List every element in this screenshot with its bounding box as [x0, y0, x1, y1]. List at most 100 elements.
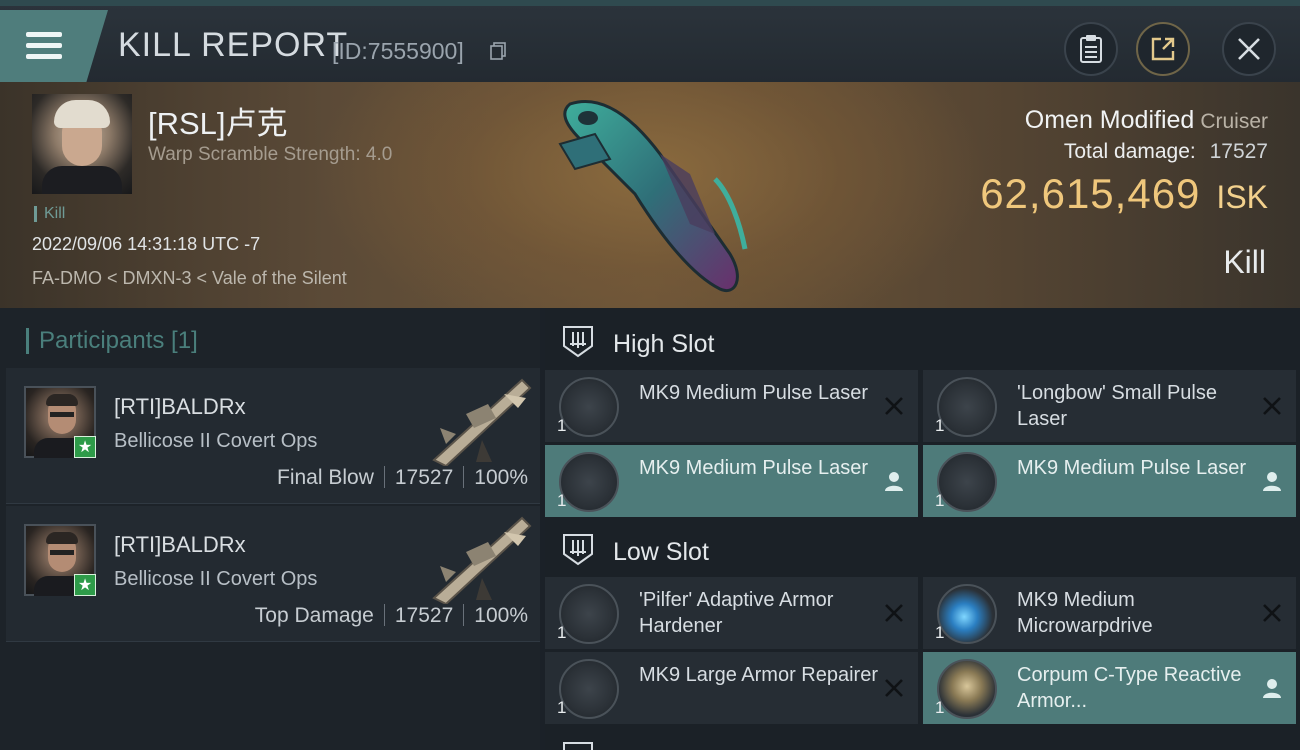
kill-result: Kill — [1223, 244, 1266, 280]
destroyed-icon — [885, 604, 903, 622]
victim-ship-class: Cruiser — [1200, 110, 1268, 133]
participant-ship: Bellicose II Covert Ops — [114, 430, 318, 452]
menu-icon-bar — [26, 54, 62, 59]
participant-role: Top Damage — [254, 604, 374, 627]
avatar-hair — [46, 532, 78, 544]
participant-name[interactable]: [RTI]BALDRx — [114, 532, 246, 558]
avatar-suit — [42, 166, 122, 194]
avatar-hair — [54, 100, 110, 128]
kill-location[interactable]: FA-DMO < DMXN-3 < Vale of the Silent — [32, 268, 347, 289]
microwarpdrive-icon — [937, 584, 997, 644]
warp-scramble-strength: Warp Scramble Strength: 4.0 — [148, 144, 393, 165]
pulse-laser-icon — [937, 452, 997, 512]
stat-divider — [463, 466, 465, 488]
isk-unit: ISK — [1216, 179, 1268, 215]
armor-repairer-icon — [559, 659, 619, 719]
pulse-laser-icon — [559, 377, 619, 437]
destroyed-icon — [1263, 604, 1281, 622]
copy-icon[interactable] — [490, 42, 506, 60]
module-quantity: 1 — [935, 623, 945, 642]
participant-stats: Top Damage 17527 100% — [255, 604, 528, 628]
star-icon: ★ — [74, 436, 96, 458]
participants-heading: Participants [1] — [26, 328, 198, 354]
victim-ship-image[interactable] — [540, 84, 770, 304]
isk-value: 62,615,469 ISK — [980, 170, 1268, 218]
module-name: MK9 Medium Microwarpdrive — [1017, 589, 1153, 637]
module-item[interactable]: 1 Corpum C-Type Reactive Armor... — [923, 652, 1296, 724]
stat-divider — [463, 604, 465, 626]
stat-divider — [383, 466, 385, 488]
module-item[interactable]: 1 MK9 Large Armor Repairer — [545, 652, 918, 724]
low-slot-icon — [563, 534, 593, 566]
participant-percent: 100% — [474, 466, 528, 489]
menu-icon — [26, 32, 62, 37]
destroyed-icon — [885, 679, 903, 697]
avatar-hair — [46, 394, 78, 406]
participants-panel: Participants [1] ★ [RTI]BALDRx Bellicose… — [0, 308, 540, 750]
share-icon — [1151, 37, 1175, 61]
module-item[interactable]: 1 'Longbow' Small Pulse Laser — [923, 370, 1296, 442]
kill-datetime: 2022/09/06 14:31:18 UTC -7 — [32, 234, 261, 254]
armor-hardener-icon — [559, 584, 619, 644]
participant-row[interactable]: ★ [RTI]BALDRx Bellicose II Covert Ops Fi… — [6, 368, 540, 504]
participant-avatar[interactable]: ★ — [24, 524, 96, 596]
participant-ship-image[interactable] — [426, 512, 534, 604]
clipboard-button[interactable] — [1064, 22, 1118, 76]
low-slot-header: Low Slot — [545, 520, 1300, 578]
participant-name[interactable]: [RTI]BALDRx — [114, 394, 246, 420]
participant-stats: Final Blow 17527 100% — [277, 466, 528, 490]
fitting-panel: High Slot 1 MK9 Medium Pulse Laser 1 'Lo… — [545, 308, 1300, 750]
stat-divider — [383, 604, 385, 626]
avatar-glasses — [50, 412, 74, 417]
participant-percent: 100% — [474, 604, 528, 627]
participant-damage: 17527 — [394, 604, 454, 627]
module-name: MK9 Large Armor Repairer — [639, 664, 878, 686]
person-icon — [1263, 472, 1281, 491]
module-name: 'Pilfer' Adaptive Armor Hardener — [639, 589, 834, 637]
high-slot-title: High Slot — [613, 330, 715, 358]
module-quantity: 1 — [935, 698, 945, 717]
module-name: 'Longbow' Small Pulse Laser — [1017, 382, 1217, 430]
module-item[interactable]: 1 MK9 Medium Microwarpdrive — [923, 577, 1296, 649]
kill-tag: Kill — [34, 206, 65, 222]
participant-ship-image[interactable] — [426, 374, 534, 466]
destroyed-icon — [1263, 397, 1281, 415]
total-damage-label: Total damage: — [1063, 140, 1196, 163]
module-name: MK9 Medium Pulse Laser — [639, 382, 868, 404]
module-item[interactable]: 1 MK9 Medium Pulse Laser — [545, 445, 918, 517]
report-id: [ID:7555900] — [332, 38, 464, 64]
module-item[interactable]: 1 MK9 Medium Pulse Laser — [923, 445, 1296, 517]
pulse-laser-icon — [559, 452, 619, 512]
person-icon — [1263, 679, 1281, 698]
victim-avatar[interactable] — [32, 94, 132, 194]
victim-name[interactable]: [RSL]卢克 — [148, 98, 288, 143]
menu-icon-bar — [26, 43, 62, 48]
next-slot-header — [545, 728, 1300, 750]
reactive-armor-icon — [937, 659, 997, 719]
total-damage-value: 17527 — [1209, 140, 1268, 163]
module-quantity: 1 — [557, 491, 567, 510]
module-item[interactable]: 1 'Pilfer' Adaptive Armor Hardener — [545, 577, 918, 649]
participant-role: Final Blow — [277, 466, 374, 489]
slot-icon — [563, 742, 593, 750]
menu-button[interactable] — [0, 10, 108, 82]
participant-avatar[interactable]: ★ — [24, 386, 96, 458]
low-slot-title: Low Slot — [613, 538, 709, 566]
module-quantity: 1 — [557, 698, 567, 717]
participant-ship: Bellicose II Covert Ops — [114, 568, 318, 590]
person-icon — [885, 472, 903, 491]
module-quantity: 1 — [935, 416, 945, 435]
participant-damage: 17527 — [394, 466, 454, 489]
module-item[interactable]: 1 MK9 Medium Pulse Laser — [545, 370, 918, 442]
module-name: MK9 Medium Pulse Laser — [1017, 457, 1246, 479]
module-quantity: 1 — [935, 491, 945, 510]
participant-row[interactable]: ★ [RTI]BALDRx Bellicose II Covert Ops To… — [6, 506, 540, 642]
isk-amount: 62,615,469 — [980, 170, 1201, 217]
pulse-laser-icon — [937, 377, 997, 437]
victim-ship[interactable]: Omen Modified Cruiser — [1025, 106, 1268, 135]
close-button[interactable] — [1222, 22, 1276, 76]
clipboard-icon — [1080, 35, 1102, 63]
header-bar: KILL REPORT [ID:7555900] — [0, 0, 1300, 82]
victim-ship-name: Omen Modified — [1024, 106, 1195, 134]
share-button[interactable] — [1136, 22, 1190, 76]
